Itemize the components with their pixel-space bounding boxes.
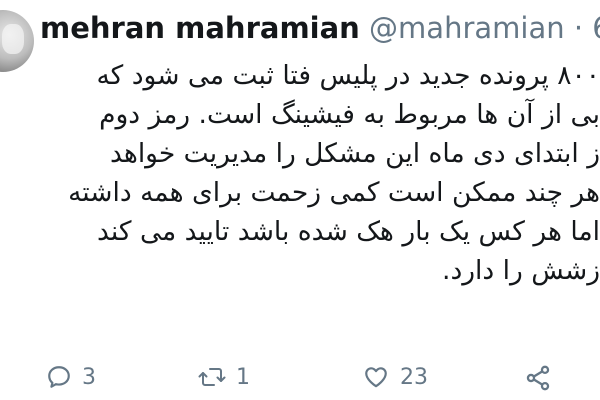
retweet-button[interactable]: 1 xyxy=(198,364,250,390)
share-icon xyxy=(524,364,552,392)
tweet-line: بی از آن ها مربوط به فیشینگ است. رمز دوم xyxy=(99,99,600,130)
heart-icon xyxy=(362,364,390,390)
avatar-image-highlight xyxy=(2,24,24,54)
retweet-count: 1 xyxy=(236,364,250,390)
tweet-body: ۸۰۰ پرونده جدید در پلیس فتا ثبت می شود ک… xyxy=(20,56,600,290)
author-name[interactable]: mehran mahramian xyxy=(40,11,360,45)
tweet-line: زشش را دارد. xyxy=(442,255,600,286)
tweet-line: اما هر کس یک بار هک شده باشد تایید می کن… xyxy=(97,216,600,247)
tweet-line: ز ابتدای دی ماه این مشکل را مدیریت خواهد xyxy=(109,138,600,169)
retweet-icon xyxy=(198,364,226,390)
separator-dot: · xyxy=(573,11,584,45)
tweet-header: mehran mahramian @mahramian · 6h xyxy=(40,10,600,46)
reply-count: 3 xyxy=(82,364,96,390)
tweet-time[interactable]: 6h xyxy=(592,11,600,45)
reply-button[interactable]: 3 xyxy=(46,364,96,390)
like-count: 23 xyxy=(400,364,428,390)
like-button[interactable]: 23 xyxy=(362,364,428,390)
tweet-line: هر چند ممکن است کمی زحمت برای همه داشته xyxy=(68,177,600,208)
author-handle[interactable]: @mahramian xyxy=(369,11,565,45)
tweet-line: ۸۰۰ پرونده جدید در پلیس فتا ثبت می شود ک… xyxy=(96,60,600,91)
share-button[interactable] xyxy=(524,364,552,392)
tweet-actions: 3 1 23 xyxy=(0,364,600,400)
reply-icon xyxy=(46,364,72,390)
